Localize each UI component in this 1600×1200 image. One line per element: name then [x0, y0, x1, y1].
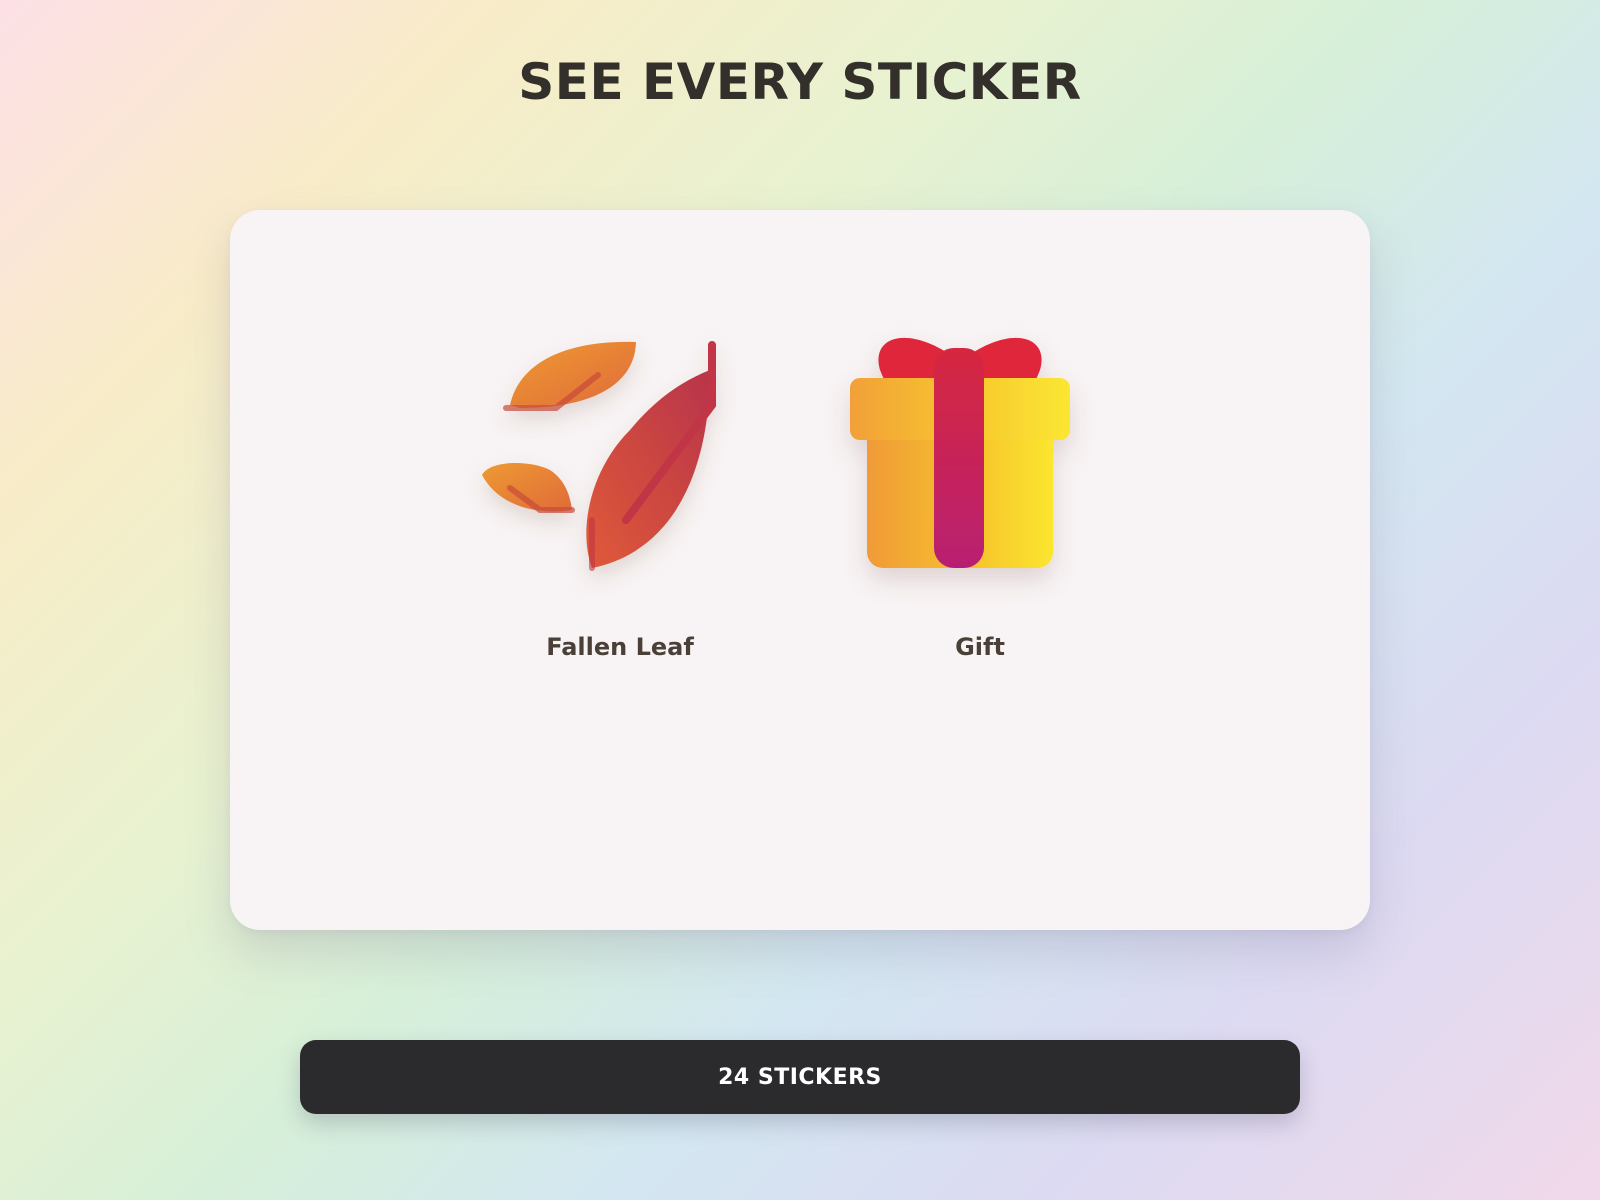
sticker-item-fallen-leaf[interactable]: Fallen Leaf [470, 320, 770, 680]
sticker-label: Gift [955, 633, 1005, 661]
page-title: SEE EVERY STICKER [518, 53, 1082, 111]
sticker-panel: Fallen Leaf Gift [230, 210, 1370, 930]
sticker-label: Fallen Leaf [546, 633, 694, 661]
sticker-item-gift[interactable]: Gift [830, 320, 1130, 680]
fallen-leaf-icon [480, 320, 760, 580]
sticker-count-button[interactable]: 24 STICKERS [300, 1040, 1300, 1114]
gift-icon [840, 320, 1120, 580]
